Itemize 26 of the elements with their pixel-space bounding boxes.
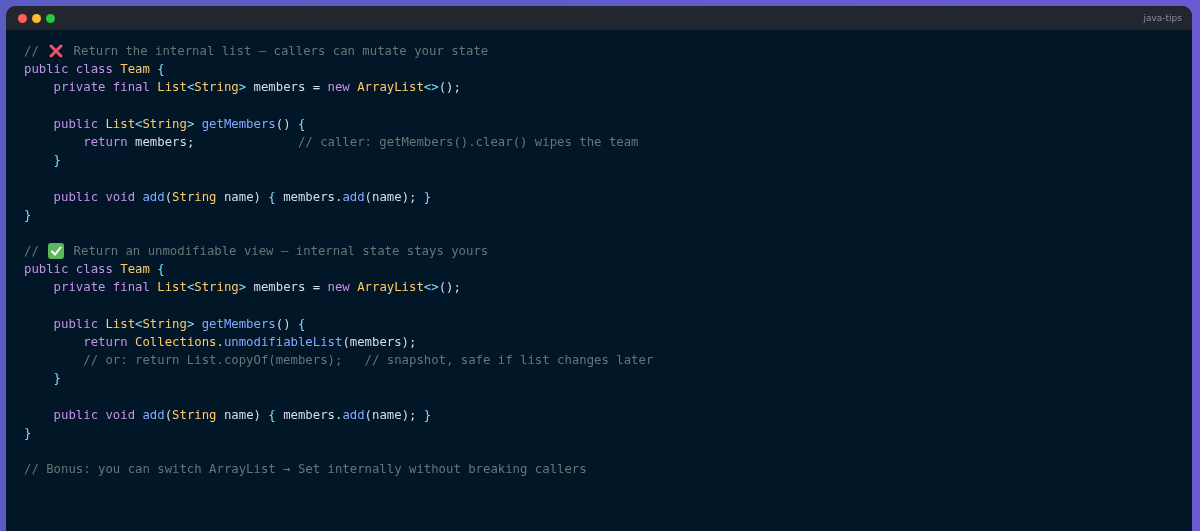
code-line: }: [24, 424, 33, 442]
code-line: }: [52, 370, 63, 388]
code-line: public class Team {: [24, 261, 166, 279]
code-line: private final List<String> members = new ArrayList<>();: [52, 279, 462, 297]
check-icon: [48, 243, 65, 260]
code-line: public void add(String name) { members.add(name); }: [52, 188, 433, 206]
code-comment: //: [24, 43, 40, 60]
minimize-dot[interactable]: [32, 13, 41, 23]
code-line: public void add(String name) { members.add(name); }: [52, 406, 433, 424]
code-comment: Return the internal list — callers can mutate your state: [72, 43, 489, 60]
code-line: // or: return List.copyOf(members); // snapshot, safe if list changes later: [82, 352, 655, 370]
window-title: java-tips: [1143, 13, 1182, 23]
code-comment: Return an unmodifiable view — internal state stays yours: [72, 243, 489, 261]
code-line: return members; // caller: getMembers().clear() wipes the team: [82, 133, 640, 151]
maximize-dot[interactable]: [46, 13, 55, 23]
code-line: private final List<String> members = new ArrayList<>();: [52, 79, 462, 97]
code-line: return Collections.unmodifiableList(members);: [82, 334, 418, 351]
code-comment: //: [24, 243, 40, 261]
code-line: }: [24, 206, 33, 224]
code-line: public List<String> getMembers() {: [52, 115, 307, 133]
close-dot[interactable]: [18, 13, 27, 23]
code-line: }: [52, 152, 63, 170]
code-line: // Bonus: you can switch ArrayList → Set internally without breaking callers: [24, 461, 588, 479]
code-line: public class Team {: [24, 61, 166, 79]
cross-icon: [48, 43, 65, 60]
code-line: public List<String> getMembers() {: [52, 315, 307, 333]
